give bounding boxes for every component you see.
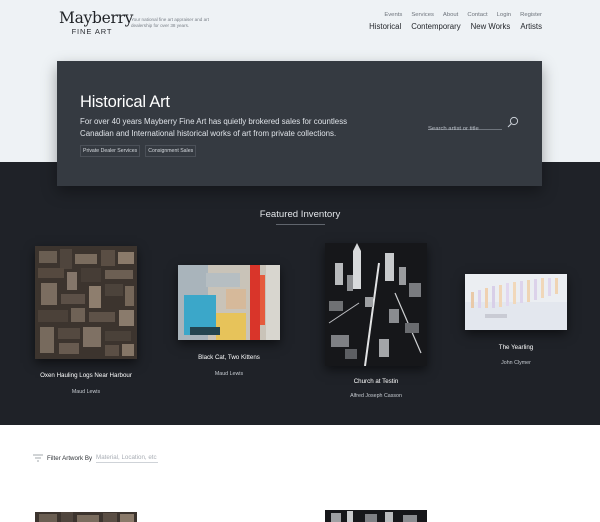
filter-bar: Filter Artwork By: [33, 453, 159, 463]
hero-tags: Private Dealer Services Consignment Sale…: [80, 145, 197, 157]
utility-nav: Events Services About Contact Login Regi…: [384, 12, 542, 18]
hero-description: For over 40 years Mayberry Fine Art has …: [80, 117, 348, 138]
artwork-title[interactable]: Oxen Hauling Logs Near Harbour: [25, 372, 147, 379]
section-title: Featured Inventory: [259, 209, 341, 220]
search-icon[interactable]: [507, 116, 519, 128]
search-input[interactable]: [428, 123, 502, 135]
artwork-image[interactable]: [325, 243, 427, 366]
inventory-item[interactable]: Black Cat, Two Kittens Maud Lewis: [178, 265, 280, 385]
nav-link-events[interactable]: Events: [384, 12, 402, 18]
nav-link-register[interactable]: Register: [520, 12, 542, 18]
logo-name: Mayberry: [59, 9, 134, 27]
nav-link-contemporary[interactable]: Contemporary: [411, 22, 460, 31]
filter-label: Filter Artwork By: [47, 454, 93, 462]
hero-card: Historical Art For over 40 years Mayberr…: [57, 61, 542, 186]
artwork-image[interactable]: [35, 246, 137, 359]
artwork-title[interactable]: The Yearling: [455, 344, 577, 351]
artwork-image[interactable]: [465, 274, 567, 330]
artwork-artist[interactable]: Maud Lewis: [25, 389, 147, 395]
filter-input[interactable]: [96, 453, 159, 463]
artwork-image[interactable]: [178, 265, 280, 340]
nav-link-services[interactable]: Services: [411, 12, 434, 18]
artwork-artist[interactable]: John Clymer: [455, 360, 577, 366]
artwork-artist[interactable]: Alfred Joseph Casson: [315, 393, 437, 399]
nav-link-about[interactable]: About: [443, 12, 458, 18]
logo[interactable]: Mayberry FINE ART: [59, 9, 134, 37]
artwork-title[interactable]: Church at Testin: [315, 378, 437, 385]
inventory-item[interactable]: Oxen Hauling Logs Near Harbour Maud Lewi…: [35, 246, 137, 406]
main-nav: Historical Contemporary New Works Artist…: [369, 22, 542, 31]
logo-subtitle: FINE ART: [71, 27, 113, 36]
search-field: [428, 117, 502, 135]
artwork-thumbnail[interactable]: [325, 510, 427, 522]
section-divider: [276, 224, 325, 225]
tag-consignment-sales[interactable]: Consignment Sales: [145, 145, 197, 157]
nav-link-contact[interactable]: Contact: [467, 12, 487, 18]
tag-private-dealer-services[interactable]: Private Dealer Services: [80, 145, 141, 157]
nav-link-artists[interactable]: Artists: [520, 22, 542, 31]
artwork-thumbnail[interactable]: [35, 512, 137, 522]
tagline: Your national fine art appraiser and art…: [131, 17, 209, 29]
nav-link-new-works[interactable]: New Works: [471, 22, 511, 31]
inventory-item[interactable]: Church at Testin Alfred Joseph Casson: [325, 243, 427, 403]
artwork-artist[interactable]: Maud Lewis: [168, 371, 290, 377]
artwork-title[interactable]: Black Cat, Two Kittens: [168, 354, 290, 361]
nav-link-login[interactable]: Login: [497, 12, 511, 18]
filter-icon[interactable]: [33, 454, 43, 462]
inventory-item[interactable]: The Yearling John Clymer: [465, 274, 567, 374]
nav-link-historical[interactable]: Historical: [369, 22, 401, 31]
page-title: Historical Art: [80, 93, 170, 111]
